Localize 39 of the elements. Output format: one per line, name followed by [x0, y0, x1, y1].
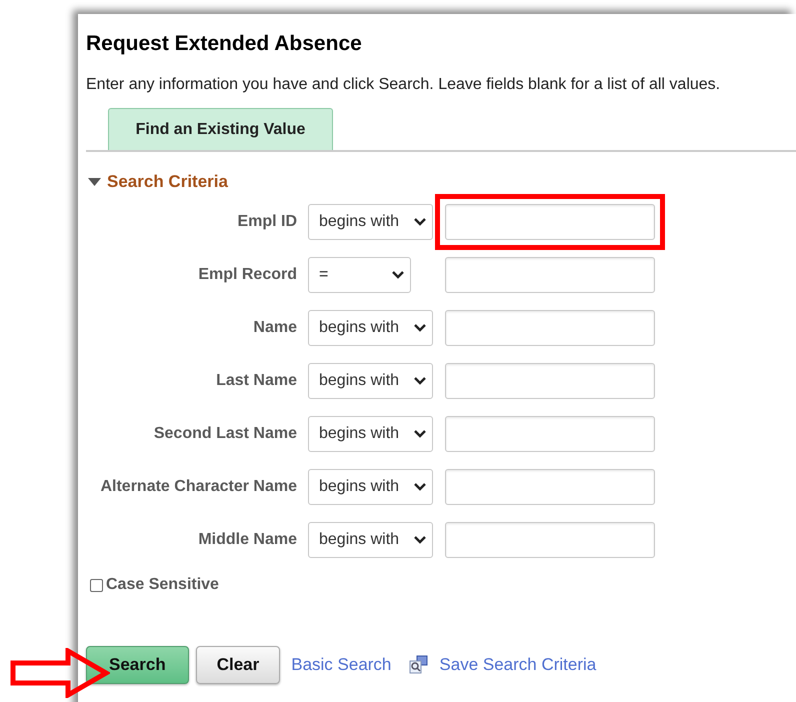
page-title: Request Extended Absence: [86, 32, 363, 56]
section-title: Search Criteria: [107, 172, 228, 192]
field-label: Alternate Character Name: [99, 478, 297, 496]
chevron-icon: [414, 536, 426, 544]
link[interactable]: Save Search Criteria: [439, 655, 596, 675]
search-input-field[interactable]: [445, 363, 655, 399]
operator-dropdown[interactable]: begins with: [308, 416, 433, 452]
operator-dropdown[interactable]: begins with: [308, 310, 433, 346]
search-input-field[interactable]: [445, 310, 655, 346]
operator-dropdown[interactable]: begins with: [308, 204, 433, 240]
operator-dropdown[interactable]: begins with: [308, 469, 433, 505]
chevron-icon: [414, 430, 426, 438]
instructions-text: Enter any information you have and click Search. Leave fields blank for a list of all values.: [86, 76, 722, 94]
field-label: Last Name: [215, 372, 297, 390]
operator-dropdown[interactable]: begins with: [308, 522, 433, 558]
field-label: Empl ID: [236, 213, 297, 231]
clear-button[interactable]: Clear: [196, 646, 280, 684]
search-input-field[interactable]: [445, 469, 655, 505]
checkbox-label: Case Sensitive: [106, 576, 219, 594]
checkbox[interactable]: [90, 578, 103, 592]
search-input-field[interactable]: [445, 522, 655, 558]
tab[interactable]: Find an Existing Value: [108, 108, 333, 150]
chevron-icon: [392, 271, 404, 279]
search-input-field[interactable]: [445, 204, 655, 240]
link[interactable]: Basic Search: [291, 655, 392, 675]
search-button[interactable]: Search: [86, 646, 189, 684]
operator-dropdown[interactable]: begins with: [308, 363, 433, 399]
chevron-icon: [414, 483, 426, 491]
chevron-icon: [414, 218, 426, 226]
field-label: Empl Record: [197, 266, 297, 284]
field-label: Name: [252, 319, 297, 337]
chevron-icon: [414, 324, 426, 332]
search-input-field[interactable]: [445, 416, 655, 452]
collapse-triangle-icon[interactable]: [88, 178, 101, 186]
operator-dropdown[interactable]: =: [308, 257, 411, 293]
field-label: Second Last Name: [152, 425, 297, 443]
chevron-icon: [414, 377, 426, 385]
search-input-field[interactable]: [445, 257, 655, 293]
field-label: Middle Name: [197, 531, 297, 549]
